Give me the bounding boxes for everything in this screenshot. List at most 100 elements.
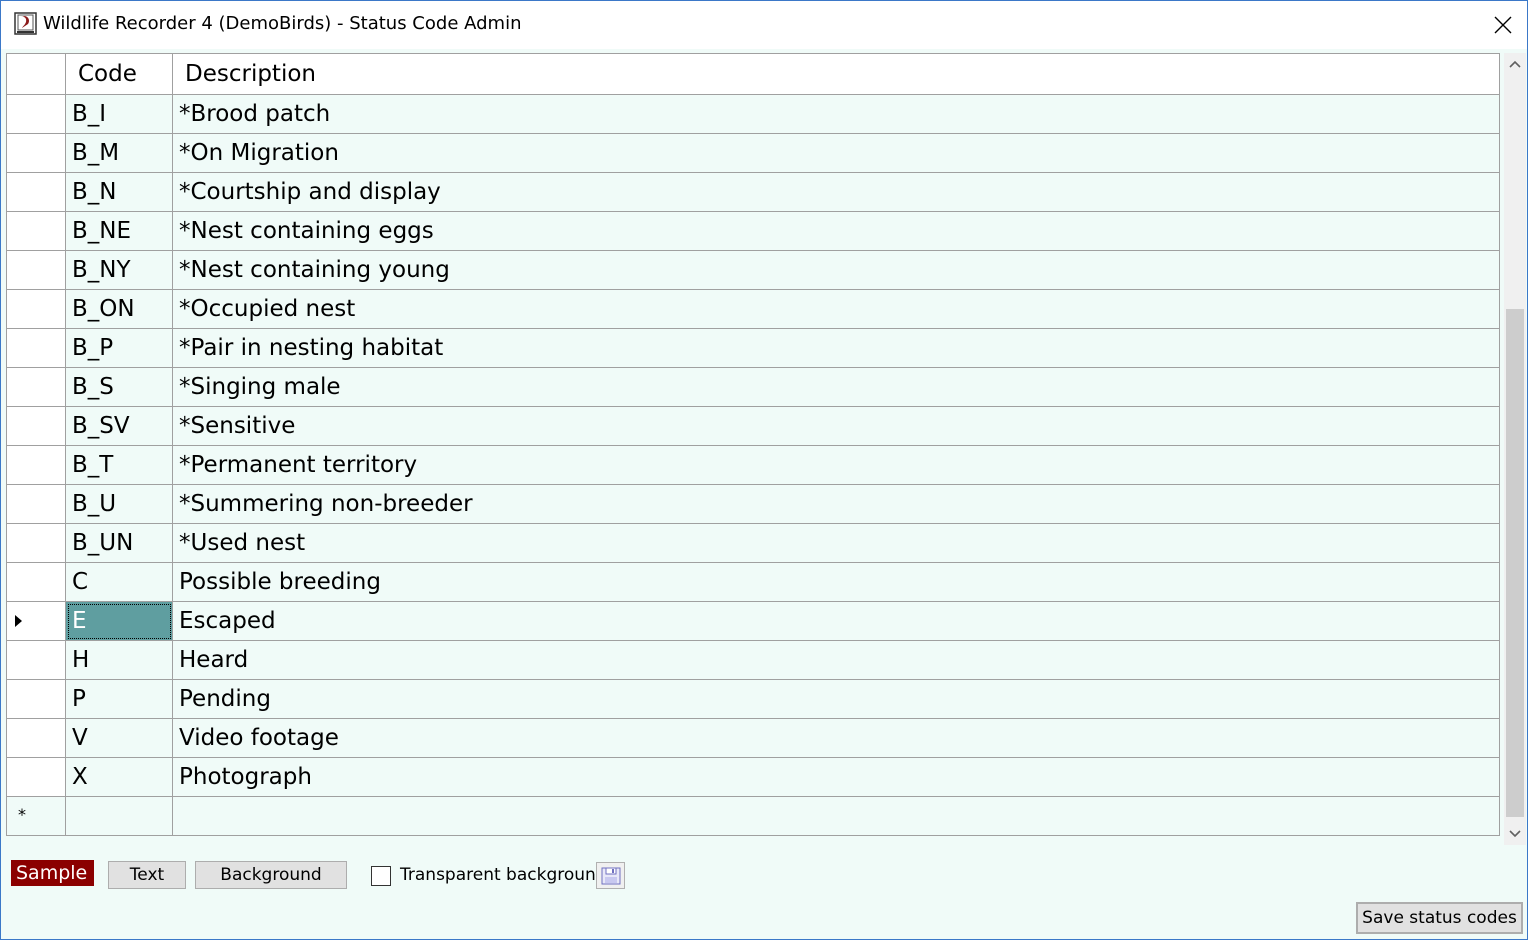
table-row[interactable]: V Video footage <box>6 718 1500 758</box>
description-cell[interactable]: Possible breeding <box>172 562 1500 602</box>
description-cell[interactable]: *Brood patch <box>172 94 1500 134</box>
table-row[interactable]: B_UN *Used nest <box>6 523 1500 563</box>
description-cell[interactable]: *Courtship and display <box>172 172 1500 212</box>
row-header-cell[interactable] <box>6 523 66 563</box>
code-cell[interactable]: B_U <box>65 484 173 524</box>
row-header-cell[interactable] <box>6 367 66 407</box>
new-row-description-cell[interactable] <box>172 796 1500 836</box>
description-cell[interactable]: *Nest containing young <box>172 250 1500 290</box>
code-cell[interactable]: B_N <box>65 172 173 212</box>
code-cell[interactable]: B_UN <box>65 523 173 563</box>
row-header-cell[interactable] <box>6 289 66 329</box>
code-cell[interactable]: B_NE <box>65 211 173 251</box>
row-header-cell[interactable] <box>6 133 66 173</box>
row-header-cell[interactable] <box>6 172 66 212</box>
table-row[interactable]: B_N *Courtship and display <box>6 172 1500 212</box>
scrollbar-thumb[interactable] <box>1506 309 1524 817</box>
table-row[interactable]: B_S *Singing male <box>6 367 1500 407</box>
code-cell[interactable]: B_I <box>65 94 173 134</box>
row-header-cell[interactable] <box>6 250 66 290</box>
description-cell[interactable]: *Nest containing eggs <box>172 211 1500 251</box>
row-header-cell[interactable] <box>6 562 66 602</box>
row-header-cell[interactable] <box>6 718 66 758</box>
description-cell[interactable]: *Summering non-breeder <box>172 484 1500 524</box>
new-row-header-cell[interactable]: * <box>6 796 66 836</box>
status-code-grid[interactable]: Code Description B_I *Brood patch B_M *On M… <box>6 53 1526 845</box>
chevron-down-icon <box>1509 830 1521 838</box>
table-row[interactable]: B_NE *Nest containing eggs <box>6 211 1500 251</box>
description-cell[interactable]: Escaped <box>172 601 1500 641</box>
transparent-background-label[interactable]: Transparent background <box>400 865 607 885</box>
code-cell[interactable]: B_SV <box>65 406 173 446</box>
close-button[interactable] <box>1479 1 1527 49</box>
column-header-code[interactable]: Code <box>65 53 173 95</box>
scroll-down-button[interactable] <box>1504 823 1526 845</box>
row-header-cell[interactable] <box>6 679 66 719</box>
status-code-table: Code Description B_I *Brood patch B_M *On M… <box>6 53 1500 836</box>
code-cell[interactable]: B_S <box>65 367 173 407</box>
table-row[interactable]: B_P *Pair in nesting habitat <box>6 328 1500 368</box>
row-header-cell[interactable] <box>6 406 66 446</box>
code-cell[interactable]: B_P <box>65 328 173 368</box>
row-header-cell[interactable] <box>6 94 66 134</box>
description-cell[interactable]: Photograph <box>172 757 1500 797</box>
description-cell[interactable]: *Permanent territory <box>172 445 1500 485</box>
new-row-code-cell[interactable] <box>65 796 173 836</box>
row-header-cell[interactable] <box>6 640 66 680</box>
description-cell[interactable]: *Used nest <box>172 523 1500 563</box>
code-cell[interactable]: V <box>65 718 173 758</box>
vertical-scrollbar[interactable] <box>1504 53 1526 845</box>
code-cell[interactable]: B_ON <box>65 289 173 329</box>
table-row[interactable]: B_ON *Occupied nest <box>6 289 1500 329</box>
description-cell[interactable]: Heard <box>172 640 1500 680</box>
new-row[interactable]: * <box>6 796 1500 836</box>
table-row[interactable]: H Heard <box>6 640 1500 680</box>
table-row[interactable]: B_NY *Nest containing young <box>6 250 1500 290</box>
description-cell[interactable]: *On Migration <box>172 133 1500 173</box>
table-row[interactable]: B_U *Summering non-breeder <box>6 484 1500 524</box>
scroll-up-button[interactable] <box>1504 53 1526 75</box>
table-row[interactable]: B_SV *Sensitive <box>6 406 1500 446</box>
table-row[interactable]: B_T *Permanent territory <box>6 445 1500 485</box>
code-cell[interactable]: X <box>65 757 173 797</box>
title-bar: Wildlife Recorder 4 (DemoBirds) - Status… <box>1 1 1527 49</box>
column-header-description[interactable]: Description <box>172 53 1500 95</box>
table-row[interactable]: X Photograph <box>6 757 1500 797</box>
text-color-button[interactable]: Text <box>108 861 186 889</box>
table-row[interactable]: B_M *On Migration <box>6 133 1500 173</box>
chevron-up-icon <box>1509 60 1521 68</box>
code-cell[interactable]: H <box>65 640 173 680</box>
save-style-button[interactable] <box>596 862 625 889</box>
corner-header-cell[interactable] <box>6 53 66 95</box>
current-row-arrow-icon <box>15 615 22 627</box>
description-cell[interactable]: *Pair in nesting habitat <box>172 328 1500 368</box>
table-row[interactable]: P Pending <box>6 679 1500 719</box>
description-cell[interactable]: Video footage <box>172 718 1500 758</box>
code-cell[interactable]: B_M <box>65 133 173 173</box>
code-cell[interactable]: E <box>65 601 173 641</box>
code-cell[interactable]: C <box>65 562 173 602</box>
description-cell[interactable]: *Sensitive <box>172 406 1500 446</box>
table-row[interactable]: C Possible breeding <box>6 562 1500 602</box>
row-header-cell[interactable] <box>6 601 66 641</box>
code-cell[interactable]: B_NY <box>65 250 173 290</box>
row-header-cell[interactable] <box>6 328 66 368</box>
row-header-cell[interactable] <box>6 484 66 524</box>
description-cell[interactable]: *Occupied nest <box>172 289 1500 329</box>
row-header-cell[interactable] <box>6 757 66 797</box>
floppy-disk-icon <box>601 867 620 884</box>
transparent-background-checkbox[interactable] <box>371 866 391 886</box>
background-color-button[interactable]: Background <box>195 861 347 889</box>
row-header-cell[interactable] <box>6 445 66 485</box>
sample-preview: Sample <box>11 860 94 886</box>
code-cell[interactable]: B_T <box>65 445 173 485</box>
description-cell[interactable]: *Singing male <box>172 367 1500 407</box>
status-code-admin-window: Wildlife Recorder 4 (DemoBirds) - Status… <box>0 0 1528 940</box>
description-cell[interactable]: Pending <box>172 679 1500 719</box>
close-icon <box>1494 16 1512 34</box>
row-header-cell[interactable] <box>6 211 66 251</box>
table-row[interactable]: E Escaped <box>6 601 1500 641</box>
table-row[interactable]: B_I *Brood patch <box>6 94 1500 134</box>
save-status-codes-button[interactable]: Save status codes <box>1356 902 1523 934</box>
code-cell[interactable]: P <box>65 679 173 719</box>
